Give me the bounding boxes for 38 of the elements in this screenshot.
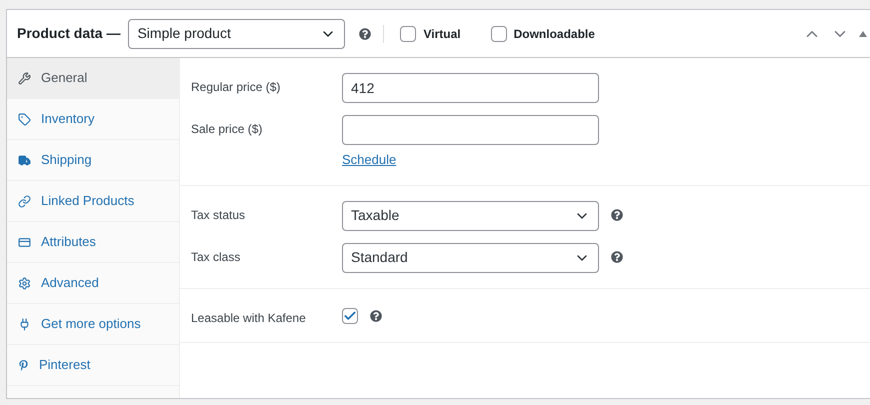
list-icon <box>18 236 31 248</box>
sidebar-tab[interactable]: Advanced <box>7 263 179 304</box>
panel-title: Product data — <box>17 24 120 43</box>
field-label: Tax class <box>191 248 242 266</box>
field-label: Leasable with Kafene <box>191 310 307 326</box>
field-label: Regular price ($) <box>191 79 282 96</box>
field-label: Sale price ($) <box>191 121 264 138</box>
sidebar-tab[interactable]: Shipping <box>7 140 179 181</box>
product-type-select[interactable]: Simple product <box>128 18 346 48</box>
schedule-link[interactable]: Schedule <box>342 150 599 170</box>
help-icon[interactable] <box>359 28 372 40</box>
select-field[interactable]: Standard <box>342 242 599 272</box>
pinterest-icon <box>18 360 29 370</box>
sidebar-tab[interactable]: Attributes <box>7 222 179 263</box>
help-icon[interactable] <box>370 310 382 322</box>
select-field[interactable]: Taxable <box>342 200 599 230</box>
gear-icon <box>18 276 31 290</box>
checkbox[interactable] <box>342 308 358 324</box>
tag-icon <box>18 112 31 126</box>
collapse-icon[interactable] <box>859 30 867 36</box>
wrench-icon <box>18 72 31 84</box>
sidebar-tab[interactable]: Linked Products <box>7 181 179 222</box>
checkbox-label: Virtual <box>423 26 461 42</box>
checkbox-label: Downloadable <box>514 26 595 42</box>
field-label: Tax status <box>191 206 246 224</box>
input-field[interactable] <box>342 115 599 145</box>
help-icon[interactable] <box>611 208 623 220</box>
input-field[interactable]: 412 <box>342 73 599 103</box>
sidebar-tab[interactable]: General <box>7 58 179 99</box>
link-icon <box>18 194 31 208</box>
plug-icon <box>18 318 31 330</box>
help-icon[interactable] <box>611 250 623 262</box>
sidebar-tab[interactable]: Inventory <box>7 99 179 140</box>
sidebar-tab[interactable]: Get more options <box>7 304 179 345</box>
checkbox[interactable] <box>400 26 416 42</box>
sidebar-tab[interactable]: Pinterest <box>7 345 179 386</box>
truck-icon <box>18 154 31 166</box>
checkbox[interactable] <box>490 26 507 42</box>
